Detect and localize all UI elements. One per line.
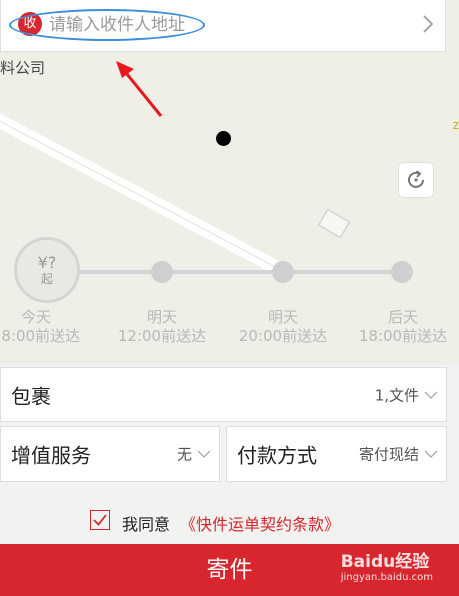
annotation-arrow-icon — [116, 61, 163, 117]
package-row[interactable]: 包裹 1,文件 — [0, 367, 447, 422]
map-poi-label: 料公司 — [0, 59, 46, 77]
watermark-sub: jingyan.baidu.com — [340, 572, 433, 583]
time-option-deadline: 12:00前送达 — [117, 327, 207, 345]
package-value: 1,文件 — [374, 386, 419, 404]
time-option-day: 明天 — [267, 308, 298, 326]
value-added-value: 无 — [176, 445, 192, 464]
slider-node-3[interactable] — [272, 261, 294, 283]
agreement-terms-link[interactable]: 《快件运单契约条款》 — [180, 511, 340, 535]
payment-label: 付款方式 — [237, 443, 317, 468]
payment-method-select[interactable]: 付款方式 寄付现结 — [226, 426, 447, 482]
time-option-day: 明天 — [146, 308, 177, 326]
address-bar[interactable]: 收 — [0, 0, 446, 52]
time-option-deadline: 18:00前送达 — [358, 327, 448, 345]
chevron-down-icon — [424, 450, 438, 458]
slider-track — [46, 270, 404, 274]
current-location-dot — [216, 131, 231, 146]
slider-price-knob[interactable]: ¥? 起 — [14, 237, 80, 303]
price-value: ¥? — [37, 253, 57, 272]
time-option-deadline: 20:00前送达 — [238, 327, 328, 345]
package-label: 包裹 — [11, 384, 51, 408]
chevron-down-icon — [424, 391, 438, 399]
value-added-label: 增值服务 — [11, 443, 91, 468]
refresh-icon — [408, 170, 424, 188]
agreement-prefix: 我同意 — [122, 515, 171, 534]
slider-node-2[interactable] — [151, 261, 173, 283]
time-option-1[interactable]: 今天 18:00前送达 — [0, 308, 96, 346]
baidu-jingyan-watermark: Baidu经验 jingyan.baidu.com — [341, 552, 433, 584]
agreement-row: 我同意 《快件运单契约条款》 — [0, 508, 459, 534]
watermark-main: Baidu经验 — [340, 552, 430, 572]
recipient-address-input[interactable] — [49, 12, 195, 38]
value-added-service-select[interactable]: 增值服务 无 — [0, 426, 220, 482]
time-option-day: 后天 — [387, 308, 418, 326]
price-suffix: 起 — [40, 272, 53, 286]
time-option-2[interactable]: 明天 12:00前送达 — [102, 308, 222, 346]
time-option-3[interactable]: 明天 20:00前送达 — [223, 308, 343, 346]
time-option-4[interactable]: 后天 18:00前送达 — [343, 308, 459, 346]
agreement-checkbox[interactable] — [90, 510, 110, 530]
time-option-deadline: 18:00前送达 — [0, 327, 81, 345]
delivery-time-slider[interactable]: ¥? 起 今天 18:00前送达 明天 12:00前送达 明天 20:00前送达… — [0, 230, 459, 350]
time-option-day: 今天 — [20, 308, 51, 326]
payment-value: 寄付现结 — [358, 445, 419, 464]
map-edge-mark: z — [452, 118, 459, 132]
slider-node-4[interactable] — [391, 261, 413, 283]
recipient-badge-icon: 收 — [18, 12, 42, 36]
checkmark-icon — [93, 514, 107, 526]
chevron-right-icon[interactable] — [421, 12, 435, 36]
chevron-down-icon — [197, 450, 211, 458]
relocate-button[interactable] — [398, 162, 434, 198]
